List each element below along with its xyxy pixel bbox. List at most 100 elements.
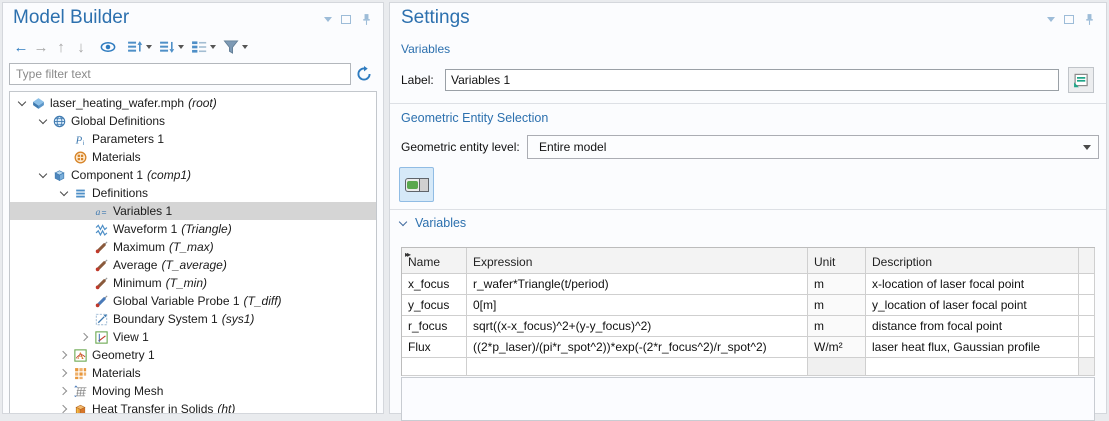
- tree-item-view-1[interactable]: View 1: [10, 328, 376, 346]
- column-header-unit: Unit: [808, 248, 866, 274]
- column-header-name: Name: [402, 248, 467, 274]
- geometric-entity-level-value: Entire model: [539, 140, 606, 154]
- chevron-down-icon[interactable]: [35, 167, 51, 183]
- refresh-button[interactable]: [351, 63, 377, 85]
- tree-item-parameters-1[interactable]: Parameters 1: [10, 130, 376, 148]
- float-panel-icon[interactable]: [1064, 15, 1074, 24]
- cell-description[interactable]: distance from focal point: [866, 316, 1079, 337]
- tree-item-moving-mesh[interactable]: Moving Mesh: [10, 382, 376, 400]
- cell-expression[interactable]: sqrt((x-x_focus)^2+(y-y_focus)^2): [467, 316, 808, 337]
- back-button[interactable]: ←: [11, 37, 31, 57]
- waveform-icon: [93, 222, 110, 236]
- chevron-right-icon[interactable]: [56, 365, 72, 381]
- tree-item-heat-transfer-in-solids[interactable]: Heat Transfer in Solids (ht): [10, 400, 376, 413]
- refresh-icon: [356, 66, 372, 82]
- tree-item-geometry-1[interactable]: Geometry 1: [10, 346, 376, 364]
- variables-table-header: Name Expression Unit Description: [402, 248, 1095, 274]
- filter-input[interactable]: [9, 63, 351, 85]
- model-tree-node-text-menu-caret[interactable]: [210, 45, 216, 49]
- model-builder-panel: Model Builder ← → ↑ ↓ laser_heating_wafe…: [2, 2, 384, 414]
- chevron-right-icon[interactable]: [56, 347, 72, 363]
- note-icon: [1073, 72, 1089, 88]
- active-selection-toggle-button[interactable]: [399, 167, 434, 202]
- label-input[interactable]: [445, 69, 1059, 91]
- forward-button[interactable]: →: [31, 37, 51, 57]
- model-tree-node-text-button[interactable]: [189, 37, 209, 57]
- materials-icon: [72, 366, 89, 380]
- cell-name[interactable]: r_focus: [402, 316, 467, 337]
- tree-item-root[interactable]: laser_heating_wafer.mph (root): [10, 94, 376, 112]
- boundary-system-icon: [93, 312, 110, 326]
- tree-item-global-definitions[interactable]: Global Definitions: [10, 112, 376, 130]
- tree-item-label: Global Definitions: [71, 114, 165, 128]
- pin-icon[interactable]: [1083, 13, 1096, 26]
- cell-expression[interactable]: r_wafer*Triangle(t/period): [467, 274, 808, 295]
- variables-section-title: Variables: [415, 216, 466, 230]
- chevron-right-icon[interactable]: [77, 329, 93, 345]
- filter-button[interactable]: [221, 37, 241, 57]
- cell-expression[interactable]: 0[m]: [467, 295, 808, 316]
- panel-menu-caret-icon[interactable]: [1047, 17, 1055, 22]
- cell-end: [1079, 274, 1095, 295]
- tree-item-tag: (ht): [217, 402, 235, 413]
- float-panel-icon[interactable]: [341, 15, 351, 24]
- panel-menu-caret-icon[interactable]: [324, 17, 332, 22]
- tree-item-label: Materials: [92, 150, 141, 164]
- cell-end: [1079, 337, 1095, 358]
- tree-item-tag: (T_min): [166, 276, 207, 290]
- cell-expression[interactable]: ((2*p_laser)/(pi*r_spot^2))*exp(-(2*r_fo…: [467, 337, 808, 358]
- tree-item-minimum[interactable]: Minimum (T_min): [10, 274, 376, 292]
- tree-item-label: Definitions: [92, 186, 148, 200]
- chevron-right-icon[interactable]: [56, 383, 72, 399]
- chevron-down-icon[interactable]: [35, 113, 51, 129]
- tree-item-definitions[interactable]: Definitions: [10, 184, 376, 202]
- expand-all-menu-caret[interactable]: [178, 45, 184, 49]
- show-button[interactable]: [98, 37, 118, 57]
- tree-item-variables-1[interactable]: Variables 1: [10, 202, 376, 220]
- variables-section-header[interactable]: Variables: [400, 216, 466, 230]
- cell-description[interactable]: laser heat flux, Gaussian profile: [866, 337, 1079, 358]
- tree-item-waveform-1[interactable]: Waveform 1 (Triangle): [10, 220, 376, 238]
- cell-description[interactable]: [866, 358, 1079, 376]
- expand-all-icon: [159, 39, 175, 55]
- root-icon: [30, 96, 47, 110]
- filter-menu-caret[interactable]: [242, 45, 248, 49]
- rename-note-button[interactable]: [1068, 67, 1094, 93]
- tree-item-tag: (comp1): [147, 168, 191, 182]
- tree-item-materials-global[interactable]: Materials: [10, 148, 376, 166]
- tree-item-tag: (T_diff): [244, 294, 282, 308]
- cell-name[interactable]: y_focus: [402, 295, 467, 316]
- tree-item-average[interactable]: Average (T_average): [10, 256, 376, 274]
- cell-name[interactable]: x_focus: [402, 274, 467, 295]
- variables-icon: [93, 204, 110, 218]
- table-row-empty: [402, 358, 1095, 376]
- expand-all-button[interactable]: [157, 37, 177, 57]
- tree-item-label: Moving Mesh: [92, 384, 163, 398]
- geometric-entity-level-select[interactable]: Entire model: [527, 135, 1099, 159]
- chevron-down-icon[interactable]: [56, 185, 72, 201]
- collapse-all-menu-caret[interactable]: [146, 45, 152, 49]
- move-up-button[interactable]: ↑: [51, 37, 71, 57]
- tree-item-materials-component[interactable]: Materials: [10, 364, 376, 382]
- cell-description[interactable]: y_location of laser focal point: [866, 295, 1079, 316]
- tree-item-global-variable-probe-1[interactable]: Global Variable Probe 1 (T_diff): [10, 292, 376, 310]
- tree-item-boundary-system-1[interactable]: Boundary System 1 (sys1): [10, 310, 376, 328]
- tree-item-label: Materials: [92, 366, 141, 380]
- chevron-down-icon[interactable]: [14, 95, 30, 111]
- cell-name[interactable]: Flux: [402, 337, 467, 358]
- cell-name[interactable]: [402, 358, 467, 376]
- cell-description[interactable]: x-location of laser focal point: [866, 274, 1079, 295]
- collapse-all-button[interactable]: [125, 37, 145, 57]
- tree-item-maximum[interactable]: Maximum (T_max): [10, 238, 376, 256]
- pin-icon[interactable]: [360, 13, 373, 26]
- move-down-button[interactable]: ↓: [71, 37, 91, 57]
- tree-item-tag: (root): [188, 96, 217, 110]
- chevron-right-icon[interactable]: [56, 401, 72, 413]
- variables-table-empty-area: [401, 377, 1095, 421]
- tree-item-component-1[interactable]: Component 1 (comp1): [10, 166, 376, 184]
- model-tree: laser_heating_wafer.mph (root) Global De…: [9, 91, 377, 413]
- cell-expression[interactable]: [467, 358, 808, 376]
- cell-unit: [808, 358, 866, 376]
- settings-title: Settings: [401, 7, 470, 29]
- chevron-down-icon: [399, 217, 407, 225]
